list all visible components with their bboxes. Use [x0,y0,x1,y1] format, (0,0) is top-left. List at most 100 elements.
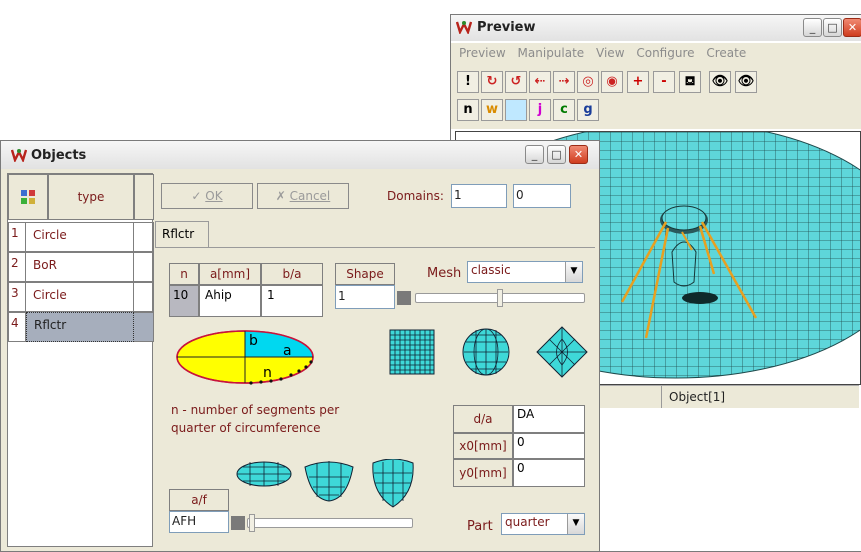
param-y0-label: y0[mm] [453,459,513,487]
domain-input-1[interactable]: 1 [451,184,507,208]
list-item[interactable]: 1 Circle [8,222,154,252]
check-icon: ✓ [191,189,206,203]
zoom-out-icon[interactable]: ◉ [601,71,623,93]
ok-button[interactable]: ✓ OK [161,183,253,209]
paint-bucket-icon[interactable]: ⛾ [679,71,701,93]
reflector-deep-icon[interactable] [369,459,417,509]
chevron-down-icon[interactable]: ▼ [567,514,584,534]
minimize-button[interactable]: _ [803,18,822,37]
status-divider [661,386,662,408]
tool-j[interactable]: j [529,99,551,121]
zoom-in-tool[interactable]: + [627,71,649,93]
domains-label: Domains: [387,189,444,203]
af-input[interactable]: AFH [169,511,229,533]
list-header-type[interactable]: type [48,174,134,220]
reflector-flat-icon[interactable] [235,459,293,489]
rotate-x-icon[interactable]: ↻ [481,71,503,93]
circle-mesh-icon[interactable] [461,327,511,377]
shape-input[interactable]: 1 [335,285,395,309]
cancel-x-icon: ✗ [275,189,290,203]
menu-preview[interactable]: Preview [459,43,506,63]
diamond-mesh-icon[interactable] [535,325,589,379]
ellipse-label-a: a [283,343,292,359]
menu-manipulate[interactable]: Manipulate [518,43,585,63]
tool-blank[interactable] [505,99,527,121]
refresh-tool[interactable]: ! [457,71,479,93]
list-item-ext [134,252,154,282]
part-label: Part [467,519,493,534]
minimize-button[interactable]: _ [525,145,544,164]
shape-header: Shape [335,263,395,285]
reflector-medium-icon[interactable] [303,459,355,503]
object-list: type 1 Circle 2 BoR 3 Circle 4 Rflctr [7,173,154,547]
tool-n[interactable]: n [457,99,479,121]
mesh-select-value: classic [471,263,511,277]
zoom-icon[interactable]: ◎ [577,71,599,93]
list-item-type: Rflctr [26,312,134,342]
list-item[interactable]: 2 BoR [8,252,154,282]
param-da-value[interactable]: DA [513,405,585,433]
part-select-value: quarter [505,515,550,529]
maximize-button[interactable]: □ [823,18,842,37]
close-button[interactable]: ✕ [843,18,861,37]
preview-menubar: Preview Manipulate View Configure Create [451,43,861,63]
eye-plus-icon[interactable]: 👁 [709,71,731,93]
table-cell-ba[interactable]: 1 [261,285,323,317]
af-slider-thumb[interactable] [249,514,255,532]
af-slider-track[interactable] [247,518,413,528]
list-item-num: 4 [8,312,26,342]
tool-g[interactable]: g [577,99,599,121]
cancel-button[interactable]: ✗ Cancel [257,183,349,209]
objects-window: Objects _ □ ✕ type 1 Circle 2 BoR 3 Circ… [0,140,600,552]
chevron-down-icon[interactable]: ▼ [565,262,582,282]
tool-w[interactable]: w [481,99,503,121]
zoom-minus-tool[interactable]: - [653,71,675,93]
app-logo-icon [11,149,27,162]
list-item-ext [134,282,154,312]
table-cell-a[interactable]: Ahip [199,285,261,317]
domain-input-2[interactable]: 0 [513,184,571,208]
rotate-left-icon[interactable]: ⇠ [529,71,551,93]
menu-configure[interactable]: Configure [636,43,694,63]
list-item[interactable]: 3 Circle [8,282,154,312]
list-item-ext [134,312,154,342]
table-header-a: a[mm] [199,263,261,285]
param-x0-value[interactable]: 0 [513,433,585,459]
list-header-extra [134,174,154,220]
menu-view[interactable]: View [596,43,624,63]
list-header-icon-cell[interactable] [8,174,48,220]
preview-titlebar[interactable]: Preview _ □ ✕ [451,15,861,41]
list-item-selected[interactable]: 4 Rflctr [8,312,154,342]
square-mesh-icon[interactable] [389,329,435,375]
part-select[interactable]: quarter ▼ [501,513,585,535]
tab-rflctr[interactable]: Rflctr [155,221,209,247]
app-logo-icon [456,21,472,34]
status-object: Object[1] [669,390,726,404]
close-button[interactable]: ✕ [569,145,588,164]
param-x0-label: x0[mm] [453,433,513,459]
mesh-label: Mesh [427,266,462,281]
description-line-1: n - number of segments per [171,403,340,417]
list-item-type: Circle [26,222,134,252]
list-item-ext [134,222,154,252]
mesh-select[interactable]: classic ▼ [467,261,583,283]
objects-titlebar[interactable]: Objects _ □ ✕ [1,141,599,169]
ellipse-label-n: n [263,365,272,381]
tool-c[interactable]: c [553,99,575,121]
eye-color-icon[interactable]: 👁 [735,71,757,93]
ok-label: OK [205,189,223,203]
param-y0-value[interactable]: 0 [513,459,585,487]
list-header-row: type [8,174,154,220]
rotate-y-icon[interactable]: ↺ [505,71,527,93]
table-cell-n[interactable]: 10 [169,285,199,317]
param-da-label: d/a [453,405,513,433]
cancel-label: Cancel [289,189,331,203]
rotate-right-icon[interactable]: ⇢ [553,71,575,93]
maximize-button[interactable]: □ [547,145,566,164]
af-slider-left-cap [231,516,245,530]
ellipse-diagram [176,330,314,385]
ellipse-label-b: b [249,333,258,349]
shape-slider-thumb[interactable] [497,289,503,307]
description-line-2: quarter of circumference [171,421,321,435]
menu-create[interactable]: Create [706,43,746,63]
